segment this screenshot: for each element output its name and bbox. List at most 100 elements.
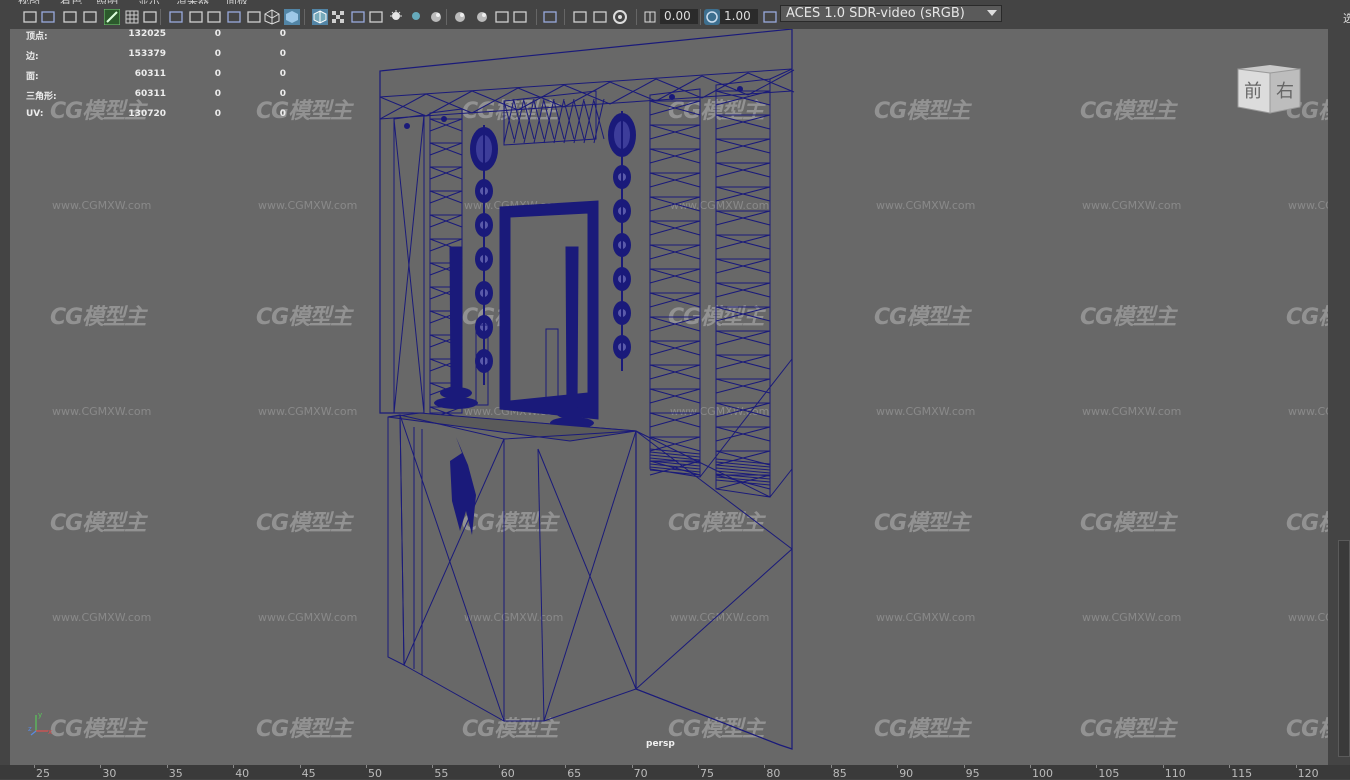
timeline-tick-label: 100 (1032, 767, 1053, 780)
timeline-tick-label: 70 (633, 767, 648, 780)
right-panel-scrollbar[interactable] (1338, 540, 1350, 757)
smooth-shade-icon[interactable] (284, 9, 300, 25)
right-panel-char-1: 选 (1343, 12, 1350, 25)
view-cube-front-label: 前 (1244, 81, 1262, 102)
timeline-tick-label: 85 (832, 767, 847, 780)
poly-count-hud: 顶点: 132025 0 0 边: 153379 0 0 面: 60311 0 0 三角形: 60311 0… (26, 29, 286, 129)
poly-count-value: 60311 (134, 69, 166, 79)
toolbar-separator (564, 9, 565, 25)
timeline-tick-mark (963, 765, 965, 768)
poly-count-value: 0 (279, 89, 286, 99)
viewport-toolbar: 0.00 1.00 (0, 4, 1330, 30)
chevron-down-icon[interactable] (987, 10, 997, 16)
timeline-tick-label: 120 (1297, 767, 1319, 780)
motion-blur-icon[interactable] (452, 9, 468, 25)
xray-active-icon[interactable] (572, 9, 588, 25)
color-management-select[interactable]: ACES 1.0 SDR-video (sRGB) (780, 5, 1002, 22)
select-camera-icon[interactable] (22, 9, 38, 25)
lights-icon[interactable] (388, 9, 404, 25)
toolbar-separator (700, 9, 701, 25)
use-default-material-icon[interactable] (350, 9, 366, 25)
timeline-tick-label: 60 (500, 767, 515, 780)
timeline-tick-mark (100, 765, 102, 768)
gate-mask-icon[interactable] (188, 9, 204, 25)
right-side-panel: 选 建 属 (1328, 0, 1350, 779)
toolbar-separator (636, 9, 637, 25)
resolution-gate-icon[interactable] (168, 9, 184, 25)
view-cube[interactable]: 前 右 (1236, 63, 1302, 115)
textured-icon[interactable] (368, 9, 384, 25)
timeline-tick-mark (1295, 765, 1297, 768)
toolbar-icon-31[interactable] (762, 9, 778, 25)
poly-count-value: 153379 (128, 49, 166, 59)
timeline-tick-label: 50 (368, 767, 382, 780)
timeline-tick-label: 55 (434, 767, 449, 780)
poly-count-value: 0 (279, 49, 286, 59)
exposure-field[interactable]: 0.00 (660, 9, 698, 24)
grid-icon[interactable] (124, 9, 140, 25)
screen-space-ao-icon[interactable] (428, 9, 444, 25)
color-management-icon[interactable] (704, 9, 720, 25)
shadows-icon[interactable] (408, 9, 424, 25)
camera-attributes-icon[interactable] (40, 9, 56, 25)
poly-count-value: 0 (214, 29, 221, 39)
depth-of-field-icon[interactable] (494, 9, 510, 25)
poly-count-value: 0 (279, 109, 286, 119)
poly-count-value: 0 (214, 109, 221, 119)
color-management-value: ACES 1.0 SDR-video (sRGB) (786, 6, 965, 21)
isolate-select-icon[interactable] (512, 9, 528, 25)
poly-count-value: 0 (214, 89, 221, 99)
xray-icon[interactable] (330, 9, 346, 25)
toolbar-separator (160, 9, 161, 25)
safe-action-icon[interactable] (226, 9, 242, 25)
exposure-icon[interactable] (612, 9, 628, 25)
poly-count-row: 面: 60311 0 0 (26, 69, 286, 89)
time-slider[interactable]: 25 30 35 40 45 50 55 60 65 70 75 80 85 90 95 100 105 110 1… (0, 765, 1350, 780)
gamma-field[interactable]: 1.00 (720, 9, 758, 24)
timeline-tick-mark (830, 765, 832, 768)
timeline-tick-label: 80 (766, 767, 781, 780)
timeline-tick-label: 110 (1164, 767, 1186, 780)
axis-z-label: z (28, 725, 32, 733)
axis-x-label: x (48, 728, 52, 736)
toolbar-separator (446, 9, 447, 25)
image-plane-icon[interactable] (82, 9, 98, 25)
timeline-tick-mark (565, 765, 567, 768)
timeline-tick-label: 25 (36, 767, 50, 780)
timeline-tick-mark (432, 765, 434, 768)
poly-count-value: 132025 (128, 29, 166, 39)
poly-count-row: 顶点: 132025 0 0 (26, 29, 286, 49)
multisample-aa-icon[interactable] (474, 9, 490, 25)
grease-pencil-icon[interactable] (104, 9, 120, 25)
timeline-tick-mark (631, 765, 633, 768)
poly-count-value: 60311 (134, 89, 166, 99)
toolbar-separator (536, 9, 537, 25)
safe-title-icon[interactable] (246, 9, 262, 25)
gamma-icon[interactable] (642, 9, 658, 25)
timeline-tick-label: 95 (965, 767, 980, 780)
timeline-tick-mark (366, 765, 367, 768)
camera-name-label: persp (646, 739, 675, 749)
timeline-tick-mark (299, 765, 301, 768)
bookmark-icon[interactable] (62, 9, 78, 25)
poly-count-value: 0 (279, 69, 286, 79)
film-gate-icon[interactable] (142, 9, 158, 25)
backface-culling-icon[interactable] (592, 9, 608, 25)
timeline-tick-mark (897, 765, 899, 768)
viewport-persp[interactable]: CG模型主CG模型主CG模型主CG模型主CG模型主CG模型主CG模型主CG模型主… (10, 29, 1328, 765)
field-chart-icon[interactable] (206, 9, 222, 25)
timeline-tick-label: 105 (1098, 767, 1120, 780)
timeline-tick-label: 45 (301, 767, 316, 780)
poly-count-row: UV: 130720 0 0 (26, 109, 286, 129)
axis-gizmo-icon: y z x (28, 711, 52, 736)
timeline-tick-label: 75 (700, 767, 714, 780)
view-cube-right-label: 右 (1276, 81, 1294, 102)
toolbar-separator (304, 9, 305, 25)
xray-joints-icon[interactable] (542, 9, 558, 25)
wireframe-on-shaded-icon[interactable] (312, 9, 328, 25)
poly-count-value: 0 (279, 29, 286, 39)
timeline-tick-mark (166, 765, 168, 768)
poly-count-row: 三角形: 60311 0 0 (26, 89, 286, 109)
timeline-tick-label: 90 (899, 767, 914, 780)
wireframe-icon[interactable] (264, 9, 280, 25)
